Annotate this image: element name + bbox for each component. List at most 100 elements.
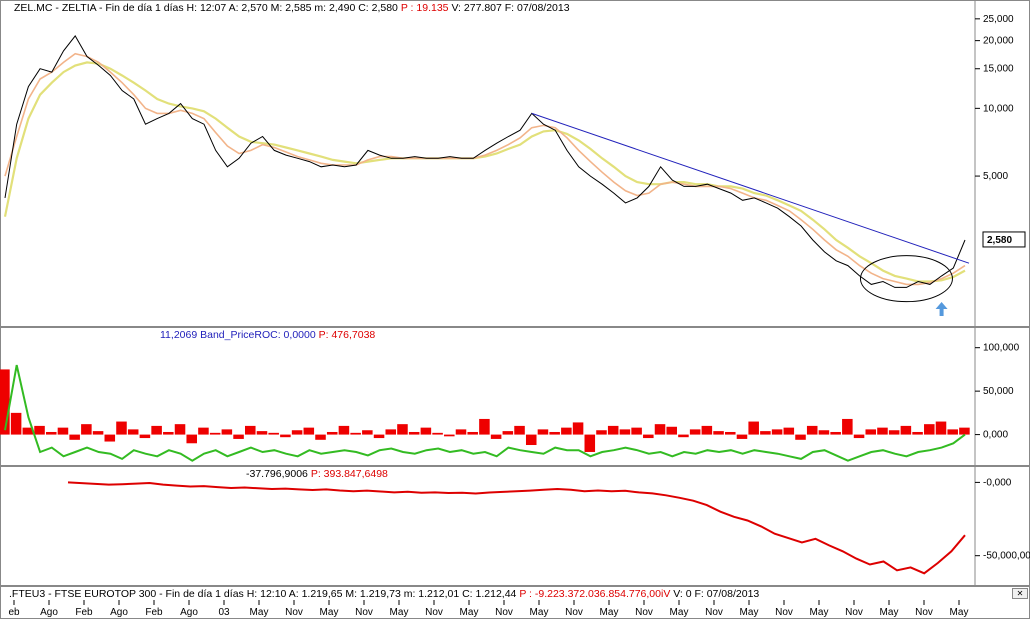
x-tick-label: May: [250, 607, 269, 618]
roc-histogram-bar: [479, 418, 490, 435]
roc-histogram-bar: [514, 425, 525, 435]
roc-histogram-bar: [174, 424, 186, 435]
x-tick-label: Nov: [845, 607, 863, 618]
x-tick-label: May: [600, 607, 619, 618]
roc-histogram-bar: [760, 431, 771, 435]
compare-bar: .FTEU3 - FTSE EUROTOP 300 - Fin de día 1…: [9, 588, 759, 600]
x-tick-label: Nov: [775, 607, 793, 618]
x-tick-label: Nov: [565, 607, 583, 618]
roc-histogram-bar: [467, 431, 478, 435]
roc-histogram-bar: [912, 431, 923, 435]
roc-histogram-bar: [291, 430, 303, 435]
roc-histogram-bar: [10, 412, 22, 435]
roc-histogram-bar: [549, 431, 560, 435]
roc-histogram-bar: [163, 431, 174, 435]
chart-canvas: 25,000 20,000 15,000 10,000 5,000 2,580 100,00…: [0, 0, 1030, 619]
last-price-value: 2,580: [987, 235, 1012, 246]
roc-histogram-bar: [490, 434, 502, 439]
roc-histogram-bar: [865, 429, 877, 435]
roc-histogram-bar: [198, 427, 209, 435]
roc-histogram-bar: [877, 427, 888, 435]
roc-histogram-bar: [245, 425, 256, 435]
roc-histogram-bar: [326, 431, 338, 435]
x-tick-label: Feb: [145, 607, 163, 618]
y-tick-label: 20,000: [983, 36, 1014, 47]
roc-histogram-bar: [57, 427, 69, 435]
roc-histogram-bar: [537, 429, 549, 435]
x-tick-label: May: [670, 607, 689, 618]
roc-histogram-bar: [81, 424, 92, 435]
roc-histogram-bar: [853, 434, 865, 439]
roc-histogram-bar: [607, 425, 619, 435]
y-tick-label: 10,000: [983, 103, 1014, 114]
y-tick-label: -0,000: [983, 477, 1012, 488]
roc-histogram-bar: [127, 429, 139, 435]
roc-histogram-bar: [92, 431, 104, 435]
roc-histogram-bar: [725, 431, 736, 435]
ma-fast-series: [4, 52, 966, 286]
trendline: [531, 112, 970, 264]
high-label: M: 2,585: [270, 2, 312, 14]
y-tick-label: 50,000: [983, 386, 1014, 397]
roc-histogram-bar: [643, 434, 654, 439]
x-tick-label: May: [460, 607, 479, 618]
trading-chart: 25,000 20,000 15,000 10,000 5,000 2,580 100,00…: [0, 0, 1030, 619]
roc-histogram-bar: [783, 427, 795, 435]
x-tick-label: May: [740, 607, 759, 618]
y-tick-label: 5,000: [983, 171, 1008, 182]
x-tick-label: eb: [8, 607, 20, 618]
roc-histogram-bar: [268, 432, 279, 435]
x-tick-label: May: [320, 607, 339, 618]
roc-histogram-bar: [713, 431, 724, 435]
roc-histogram-bar: [748, 421, 759, 435]
x-tick-label: Feb: [75, 607, 93, 618]
panel-frame: [0, 0, 1030, 327]
roc-histogram-bar: [233, 434, 244, 439]
roc-histogram-bar: [397, 424, 408, 435]
x-tick-label: Nov: [495, 607, 513, 618]
roc-name: Band_PriceROC: 0,0000: [200, 329, 316, 341]
y-tick-label: 100,000: [983, 343, 1020, 354]
roc-histogram-bar: [69, 434, 80, 440]
roc-histogram-bar: [701, 425, 713, 435]
relative-line: [67, 481, 966, 575]
roc-histogram-bar: [303, 427, 315, 435]
roc-histogram-bar: [373, 434, 385, 439]
close-icon[interactable]: ✕: [1012, 588, 1028, 599]
x-tick-label: Nov: [355, 607, 373, 618]
x-tick-label: May: [810, 607, 829, 618]
roc-histogram-bar: [947, 429, 958, 435]
symbol-label: ZEL.MC - ZELTIA - Fin de día 1 días: [14, 2, 184, 14]
x-tick-label: Ago: [180, 607, 198, 618]
roc-histogram-bar: [362, 430, 373, 435]
compare-tail: V: 0 F: 07/08/2013: [673, 588, 760, 600]
y-tick-label: 25,000: [983, 14, 1014, 25]
roc-histogram-bar: [256, 431, 268, 435]
roc-histogram-bar: [116, 421, 127, 435]
x-tick-label: Nov: [285, 607, 303, 618]
x-tick-label: Nov: [705, 607, 723, 618]
roc-histogram-bar: [525, 434, 537, 446]
roc-histogram-bar: [689, 429, 701, 435]
x-tick-label: May: [950, 607, 969, 618]
roc-histogram-bar: [420, 427, 432, 435]
x-tick-label: May: [390, 607, 409, 618]
roc-histogram-bar: [350, 432, 361, 435]
roc-histogram-bar: [666, 426, 677, 435]
roc-histogram-bar: [736, 434, 748, 439]
roc-histogram-bar: [561, 427, 572, 435]
roc-p: P: 476,7038: [318, 329, 376, 341]
main-header: ZEL.MC - ZELTIA - Fin de día 1 días H: 1…: [14, 2, 570, 14]
price-series: [4, 35, 966, 288]
y-tick-label: 15,000: [983, 64, 1014, 75]
roc-histogram-bar: [654, 424, 666, 435]
roc-histogram-bar: [584, 434, 596, 452]
y-tick-label: 0,000: [983, 430, 1008, 441]
roc-histogram-bar: [572, 422, 584, 435]
roc-histogram-bar: [338, 425, 350, 435]
roc-histogram-bar: [34, 425, 45, 435]
roc-histogram-bar: [139, 434, 151, 439]
roc-histogram-bar: [596, 430, 607, 435]
x-tick-label: Nov: [915, 607, 933, 618]
date-label: F: 07/08/2013: [504, 2, 570, 14]
